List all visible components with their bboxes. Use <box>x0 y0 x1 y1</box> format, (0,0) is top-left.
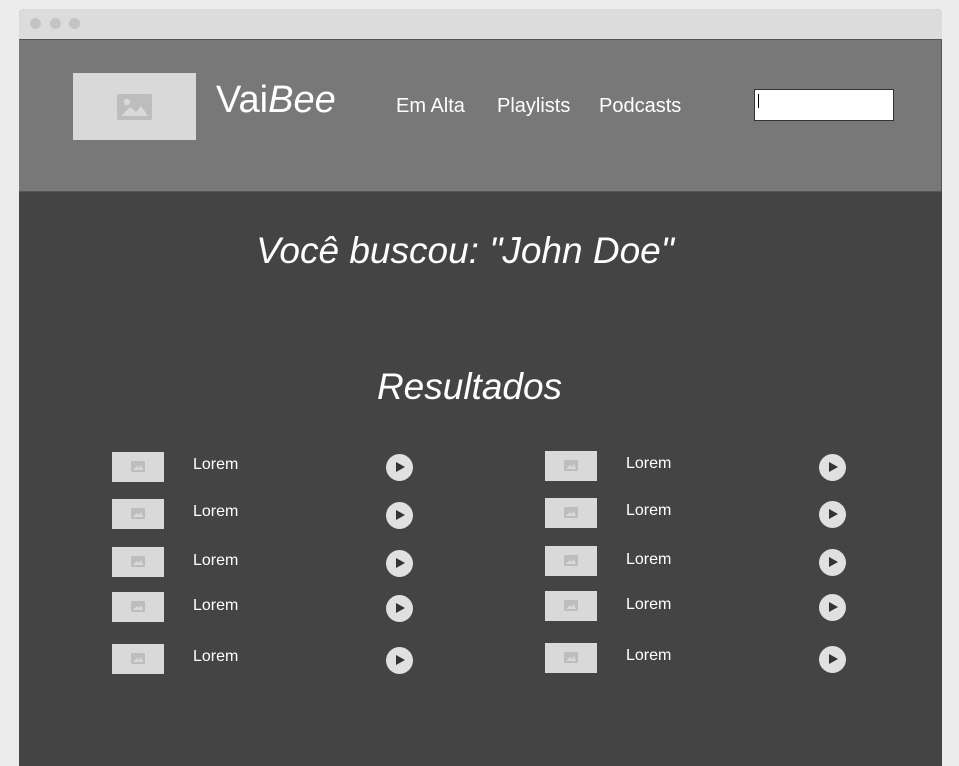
result-title: Lorem <box>626 596 672 613</box>
result-title: Lorem <box>193 648 239 665</box>
image-placeholder-icon <box>131 461 145 472</box>
window-titlebar <box>19 9 942 40</box>
image-placeholder-icon <box>564 652 578 663</box>
play-icon[interactable] <box>819 594 846 621</box>
image-placeholder-icon <box>564 460 578 471</box>
image-placeholder-icon <box>117 94 152 120</box>
result-thumbnail <box>545 591 597 621</box>
result-title: Lorem <box>193 456 239 473</box>
result-thumbnail <box>112 644 164 674</box>
play-icon[interactable] <box>386 647 413 674</box>
search-query-title: Você buscou: "John Doe" <box>256 230 674 271</box>
browser-window: VaiBee Em Alta Playlists Podcasts Você b… <box>19 9 942 766</box>
window-close-dot[interactable] <box>30 18 41 29</box>
result-title: Lorem <box>193 503 239 520</box>
result-title: Lorem <box>626 551 672 568</box>
text-cursor <box>758 94 759 108</box>
image-placeholder-icon <box>564 600 578 611</box>
result-thumbnail <box>545 451 597 481</box>
result-title: Lorem <box>193 597 239 614</box>
nav-em-alta[interactable]: Em Alta <box>396 96 465 116</box>
brand-prefix: Vai <box>216 79 269 121</box>
result-thumbnail <box>545 498 597 528</box>
image-placeholder-icon <box>131 601 145 612</box>
play-icon[interactable] <box>386 454 413 481</box>
play-icon[interactable] <box>386 550 413 577</box>
result-title: Lorem <box>626 502 672 519</box>
image-placeholder-icon <box>564 555 578 566</box>
site-header: VaiBee Em Alta Playlists Podcasts <box>19 40 942 192</box>
play-icon[interactable] <box>819 549 846 576</box>
result-thumbnail <box>112 499 164 529</box>
nav-playlists[interactable]: Playlists <box>497 96 570 116</box>
results-heading: Resultados <box>376 366 563 407</box>
result-thumbnail <box>112 592 164 622</box>
image-placeholder-icon <box>131 556 145 567</box>
result-thumbnail <box>112 547 164 577</box>
result-thumbnail <box>112 452 164 482</box>
play-icon[interactable] <box>819 646 846 673</box>
search-input[interactable] <box>754 89 894 121</box>
result-title: Lorem <box>193 552 239 569</box>
image-placeholder-icon <box>131 653 145 664</box>
nav-podcasts[interactable]: Podcasts <box>599 96 681 116</box>
brand-suffix: Bee <box>268 79 336 121</box>
logo-placeholder[interactable] <box>73 73 196 140</box>
play-icon[interactable] <box>819 501 846 528</box>
window-maximize-dot[interactable] <box>69 18 80 29</box>
window-minimize-dot[interactable] <box>50 18 61 29</box>
play-icon[interactable] <box>819 454 846 481</box>
play-icon[interactable] <box>386 502 413 529</box>
result-title: Lorem <box>626 647 672 664</box>
result-title: Lorem <box>626 455 672 472</box>
image-placeholder-icon <box>131 508 145 519</box>
play-icon[interactable] <box>386 595 413 622</box>
brand-name[interactable]: VaiBee <box>216 81 336 119</box>
result-thumbnail <box>545 643 597 673</box>
result-thumbnail <box>545 546 597 576</box>
image-placeholder-icon <box>564 507 578 518</box>
